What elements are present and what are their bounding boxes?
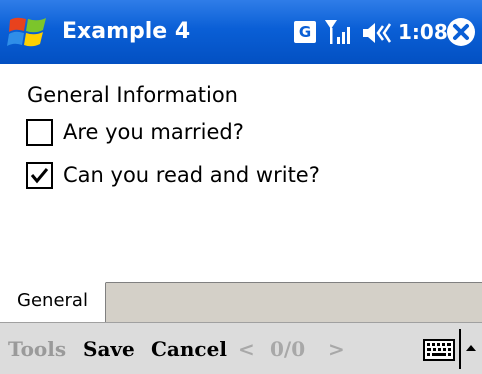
windows-flag-icon[interactable] [6,12,50,52]
record-counter: 0/0 [270,337,306,361]
network-type-badge: G [294,21,316,43]
title-bar: Example 4 G 1:08 [0,0,482,64]
app-title: Example 4 [62,19,191,44]
cancel-button[interactable]: Cancel [151,323,227,374]
married-checkbox-label: Are you married? [63,120,244,144]
tools-menu[interactable]: Tools [8,323,66,374]
read-write-checkbox-label: Can you read and write? [63,163,320,187]
married-checkbox-row[interactable]: Are you married? [26,117,244,147]
save-button[interactable]: Save [83,323,135,374]
clock[interactable]: 1:08 [398,0,448,64]
arrow-up-icon[interactable] [464,341,478,355]
tab-strip: General [0,282,482,323]
married-checkbox[interactable] [26,118,53,146]
form-content: General Information Are you married? Can… [0,64,482,282]
read-write-checkbox-row[interactable]: Can you read and write? [26,160,320,190]
speaker-volume-icon[interactable] [361,20,395,46]
next-button[interactable]: > [328,323,345,374]
keyboard-icon[interactable] [423,339,455,361]
section-heading: General Information [27,83,238,107]
sip-divider [459,329,461,369]
tab-general[interactable]: General [0,282,106,323]
close-icon[interactable] [446,17,476,47]
menu-bar: Tools Save Cancel < 0/0 > [0,322,482,374]
checkmark-icon [30,167,49,183]
signal-strength-icon[interactable] [323,17,355,47]
previous-button[interactable]: < [238,323,255,374]
read-write-checkbox[interactable] [26,161,53,189]
